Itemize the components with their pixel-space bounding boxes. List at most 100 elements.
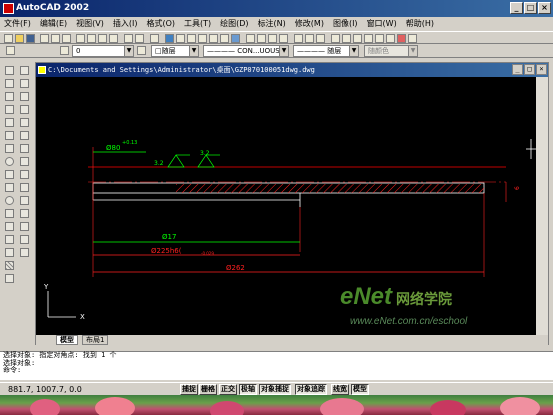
paste-icon[interactable]: [98, 34, 107, 43]
vertical-scrollbar[interactable]: [536, 77, 548, 335]
dbconnect-icon[interactable]: [331, 34, 340, 43]
snap-from-icon[interactable]: [176, 34, 185, 43]
construction-line-icon[interactable]: [5, 79, 14, 88]
undo-icon[interactable]: [124, 34, 133, 43]
menu-draw[interactable]: 绘图(D): [220, 18, 248, 29]
point-icon[interactable]: [5, 248, 14, 257]
tab-model[interactable]: 模型: [56, 335, 78, 345]
zoom-window-icon[interactable]: [268, 34, 277, 43]
find-icon[interactable]: [62, 34, 71, 43]
trim-tool-icon[interactable]: [20, 183, 29, 192]
close-button[interactable]: ×: [538, 2, 551, 14]
doc-close-button[interactable]: ×: [536, 64, 547, 75]
offset-tool-icon[interactable]: [20, 105, 29, 114]
array-tool-icon[interactable]: [20, 118, 29, 127]
ucs-icon[interactable]: [165, 34, 174, 43]
ellipse-arc-icon[interactable]: [5, 209, 14, 218]
lineweight-dropdown[interactable]: ———— 随层 ▼: [293, 45, 359, 57]
current-layer-icon[interactable]: [60, 46, 69, 55]
rectangle-icon[interactable]: [5, 131, 14, 140]
object-snap-icon[interactable]: [187, 34, 196, 43]
doc-minimize-button[interactable]: _: [512, 64, 523, 75]
tab-layout1[interactable]: 布局1: [82, 335, 109, 345]
layer-manager-icon[interactable]: [353, 34, 362, 43]
menu-edit[interactable]: 编辑(E): [40, 18, 67, 29]
menu-window[interactable]: 窗口(W): [367, 18, 397, 29]
linetype-dropdown[interactable]: ———— CON...UOUS ▼: [203, 45, 289, 57]
maximize-button[interactable]: □: [524, 2, 537, 14]
redo-icon[interactable]: [135, 34, 144, 43]
properties-icon[interactable]: [294, 34, 303, 43]
menu-image[interactable]: 图像(I): [333, 18, 358, 29]
scale-tool-icon[interactable]: [20, 157, 29, 166]
region-icon[interactable]: [5, 274, 14, 283]
menu-insert[interactable]: 插入(I): [113, 18, 138, 29]
move-tool-icon[interactable]: [20, 131, 29, 140]
make-block-icon[interactable]: [5, 235, 14, 244]
polygon-icon[interactable]: [5, 118, 14, 127]
command-window[interactable]: 选择对象: 指定对角点: 找到 1 个 选择对象: 命令:: [0, 351, 553, 380]
open-file-icon[interactable]: [15, 34, 24, 43]
rotate-tool-icon[interactable]: [20, 144, 29, 153]
hatch-icon[interactable]: [5, 261, 14, 270]
snap-toggle[interactable]: 捕捉: [180, 384, 198, 395]
menu-format[interactable]: 格式(O): [146, 18, 175, 29]
fillet-tool-icon[interactable]: [20, 235, 29, 244]
chamfer-tool-icon[interactable]: [20, 222, 29, 231]
3d-orbit-icon[interactable]: [220, 34, 229, 43]
model-space-toggle[interactable]: 模型: [351, 384, 369, 395]
mirror-tool-icon[interactable]: [20, 92, 29, 101]
pan-icon[interactable]: [246, 34, 255, 43]
menu-modify[interactable]: 修改(M): [295, 18, 324, 29]
match-properties-icon[interactable]: [109, 34, 118, 43]
redraw-icon[interactable]: [231, 34, 240, 43]
layer-properties-icon[interactable]: [6, 46, 15, 55]
arc-icon[interactable]: [5, 144, 14, 153]
distance-icon[interactable]: [375, 34, 384, 43]
zoom-realtime-icon[interactable]: [257, 34, 266, 43]
otrack-toggle[interactable]: 对象追踪: [295, 384, 327, 395]
cut-icon[interactable]: [76, 34, 85, 43]
menu-dimension[interactable]: 标注(N): [258, 18, 286, 29]
today-icon[interactable]: [408, 34, 417, 43]
print-preview-icon[interactable]: [51, 34, 60, 43]
color-dropdown[interactable]: □随层 ▼: [151, 45, 199, 57]
extend-tool-icon[interactable]: [20, 196, 29, 205]
help-icon[interactable]: [397, 34, 406, 43]
explode-tool-icon[interactable]: [20, 248, 29, 257]
drawing-canvas[interactable]: Ø80 +0.13 3.2 3.2 Ø17 Ø225h6( -0.029 Ø26…: [36, 77, 536, 335]
ortho-toggle[interactable]: 正交: [219, 384, 237, 395]
menu-view[interactable]: 视图(V): [76, 18, 104, 29]
erase-tool-icon[interactable]: [20, 66, 29, 75]
design-center-icon[interactable]: [305, 34, 314, 43]
polyline-icon[interactable]: [5, 105, 14, 114]
insert-block-icon[interactable]: [5, 222, 14, 231]
circle-icon[interactable]: [5, 157, 14, 166]
multiline-icon[interactable]: [5, 92, 14, 101]
doc-maximize-button[interactable]: □: [524, 64, 535, 75]
markup-icon[interactable]: [342, 34, 351, 43]
ellipse-icon[interactable]: [5, 196, 14, 205]
menu-help[interactable]: 帮助(H): [406, 18, 434, 29]
menu-tools[interactable]: 工具(T): [184, 18, 211, 29]
copy-tool-icon[interactable]: [20, 79, 29, 88]
polar-toggle[interactable]: 极轴: [239, 384, 257, 395]
lineweight-toggle[interactable]: 线宽: [331, 384, 349, 395]
named-views-icon[interactable]: [209, 34, 218, 43]
spline-icon[interactable]: [5, 183, 14, 192]
revcloud-icon[interactable]: [5, 170, 14, 179]
menu-file[interactable]: 文件(F): [4, 18, 31, 29]
hyperlink-icon[interactable]: [150, 34, 159, 43]
save-icon[interactable]: [26, 34, 35, 43]
area-icon[interactable]: [364, 34, 373, 43]
layer-dropdown[interactable]: 0 ▼: [72, 45, 134, 57]
list-icon[interactable]: [386, 34, 395, 43]
copy-icon[interactable]: [87, 34, 96, 43]
new-file-icon[interactable]: [4, 34, 13, 43]
layer-previous-icon[interactable]: [137, 46, 146, 55]
zoom-previous-icon[interactable]: [279, 34, 288, 43]
grid-toggle[interactable]: 栅格: [199, 384, 217, 395]
minimize-button[interactable]: _: [510, 2, 523, 14]
osnap-toggle[interactable]: 对象捕捉: [259, 384, 291, 395]
break-tool-icon[interactable]: [20, 209, 29, 218]
